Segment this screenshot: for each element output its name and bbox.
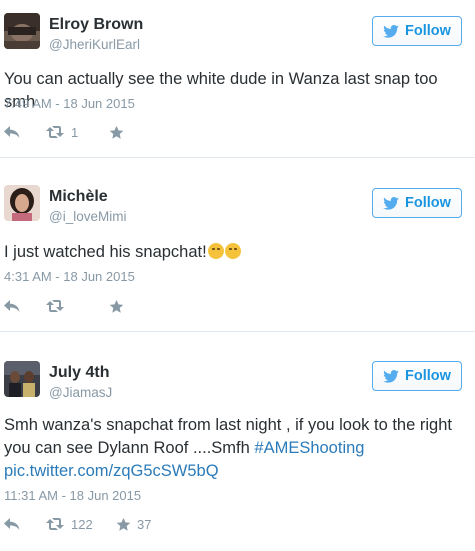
tweet-card: Elroy Brown @JheriKurlEarl Follow You ca… <box>0 0 475 155</box>
retweet-icon <box>46 126 64 138</box>
like-button[interactable]: 37 <box>116 517 151 532</box>
display-name[interactable]: Michèle <box>49 188 108 206</box>
reply-button[interactable] <box>4 299 46 313</box>
like-button[interactable] <box>109 125 130 140</box>
tweet-actions: 122 37 <box>4 514 151 534</box>
hashtag-link[interactable]: #AMEShooting <box>254 439 364 457</box>
retweet-button[interactable] <box>46 299 109 313</box>
reply-icon <box>4 126 20 138</box>
tweet-text-body: Smh wanza's snapchat from last night , i… <box>4 416 452 457</box>
tired-face-emoji <box>207 243 224 259</box>
tweet-text: Smh wanza's snapchat from last night , i… <box>4 414 465 483</box>
follow-button[interactable]: Follow <box>372 361 462 391</box>
tweet-actions: 1 <box>4 122 130 142</box>
follow-button[interactable]: Follow <box>372 16 462 46</box>
retweet-button[interactable]: 122 <box>46 517 116 532</box>
like-button[interactable] <box>109 299 130 314</box>
relieved-face-emoji <box>224 243 241 259</box>
retweet-button[interactable]: 1 <box>46 125 109 140</box>
user-handle[interactable]: @i_loveMimi <box>49 209 126 224</box>
retweet-count: 122 <box>71 516 93 532</box>
media-link[interactable]: pic.twitter.com/zqG5cSW5bQ <box>4 462 219 480</box>
user-handle[interactable]: @JiamasJ <box>49 385 112 400</box>
avatar[interactable] <box>4 361 40 397</box>
tweet-card: Michèle @i_loveMimi Follow I just watche… <box>0 170 475 325</box>
like-count: 37 <box>137 516 152 532</box>
divider <box>0 157 475 158</box>
follow-label: Follow <box>405 368 451 384</box>
like-star-icon <box>109 299 124 313</box>
tweet-text-body: I just watched his snapchat! <box>4 243 207 261</box>
reply-icon <box>4 300 20 312</box>
retweet-icon <box>46 300 64 312</box>
tweet-timestamp[interactable]: 4:31 AM - 18 Jun 2015 <box>4 269 135 284</box>
avatar[interactable] <box>4 185 40 221</box>
reply-icon <box>4 518 20 530</box>
reply-button[interactable] <box>4 517 46 531</box>
follow-button[interactable]: Follow <box>372 188 462 218</box>
retweet-icon <box>46 518 64 530</box>
follow-label: Follow <box>405 195 451 211</box>
follow-label: Follow <box>405 23 451 39</box>
avatar[interactable] <box>4 13 40 49</box>
divider <box>0 331 475 332</box>
twitter-bird-icon <box>383 369 399 383</box>
twitter-bird-icon <box>383 196 399 210</box>
tweet-card: July 4th @JiamasJ Follow Smh wanza's sna… <box>0 344 475 551</box>
tweet-actions <box>4 296 130 316</box>
twitter-bird-icon <box>383 24 399 38</box>
like-star-icon <box>116 517 131 531</box>
tweet-timestamp[interactable]: 7:49 AM - 18 Jun 2015 <box>4 96 135 111</box>
retweet-count: 1 <box>71 124 79 140</box>
reply-button[interactable] <box>4 125 46 139</box>
user-handle[interactable]: @JheriKurlEarl <box>49 37 140 52</box>
display-name[interactable]: Elroy Brown <box>49 16 143 34</box>
tweet-text: I just watched his snapchat! <box>4 241 465 264</box>
tweet-timestamp[interactable]: 11:31 AM - 18 Jun 2015 <box>4 488 141 503</box>
like-star-icon <box>109 125 124 139</box>
display-name[interactable]: July 4th <box>49 364 109 382</box>
